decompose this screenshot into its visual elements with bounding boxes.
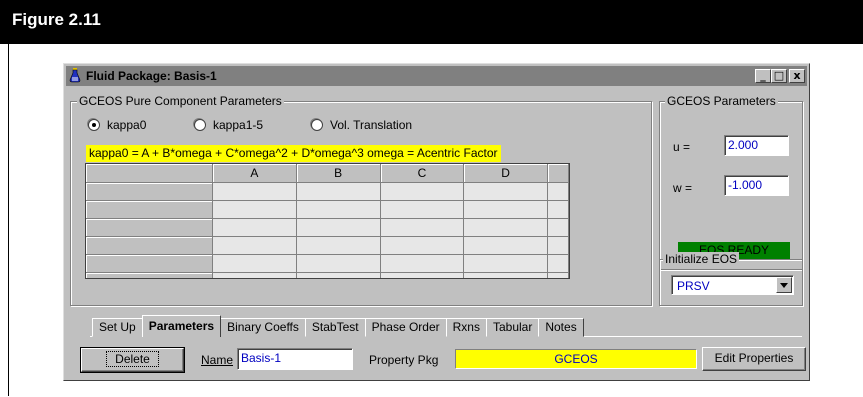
tab-tabular[interactable]: Tabular [485,318,540,337]
eos-type-value: PRSV [677,279,710,293]
u-field[interactable]: 2.000 [724,135,789,156]
grid-corner [86,164,214,183]
radio-vol-translation-label: Vol. Translation [330,118,413,132]
row-header[interactable] [86,218,214,237]
flask-icon [69,68,81,83]
kappa-formula: kappa0 = A + B*omega + C*omega^2 + D*ome… [86,145,501,162]
radio-selected-indicator[interactable] [88,119,100,131]
grid-col-a[interactable]: A [212,164,297,183]
grid-cell[interactable] [547,236,569,255]
grid-cell[interactable] [296,254,381,273]
pure-component-group: GCEOS Pure Component Parameters kappa0 k… [70,94,652,306]
w-label: w = [673,181,693,195]
grid-cell[interactable] [463,236,548,255]
row-header[interactable] [86,200,214,219]
grid-cell[interactable] [296,218,381,237]
tab-strip: Set Up Parameters Binary Coeffs StabTest… [92,315,584,337]
table-row [86,218,569,237]
grid-col-b[interactable]: B [296,164,381,183]
window-titlebar[interactable]: Fluid Package: Basis-1 _ □ x [66,66,807,86]
figure-margin-rule [8,44,9,396]
row-header[interactable] [86,254,214,273]
grid-cell[interactable] [547,218,569,237]
pure-component-group-title: GCEOS Pure Component Parameters [77,94,284,108]
w-field[interactable]: -1.000 [724,175,789,196]
grid-cell[interactable] [463,200,548,219]
grid-header-row: A B C D [86,164,569,183]
grid-cell[interactable] [212,218,297,237]
grid-cell[interactable] [547,272,569,278]
eos-parameters-group: GCEOS Parameters u = 2.000 w = -1.000 EO… [659,94,803,270]
row-header[interactable] [86,236,214,255]
grid-cell[interactable] [296,236,381,255]
tab-set-up[interactable]: Set Up [92,318,143,337]
parameter-grid[interactable]: A B C D [85,163,570,279]
delete-button[interactable]: Delete [80,347,185,373]
grid-cell[interactable] [380,236,465,255]
radio-kappa1-5-label: kappa1-5 [213,118,264,132]
grid-cell[interactable] [547,254,569,273]
tab-parameters[interactable]: Parameters [141,315,222,337]
grid-cell[interactable] [296,272,381,278]
grid-cell[interactable] [212,200,297,219]
radio-vol-translation[interactable]: Vol. Translation [311,118,412,132]
radio-kappa1-5[interactable]: kappa1-5 [194,118,263,132]
radio-indicator[interactable] [194,119,206,131]
grid-cell[interactable] [212,254,297,273]
grid-cell[interactable] [380,182,465,201]
grid-cell[interactable] [212,272,297,278]
property-pkg-field[interactable]: GCEOS [455,349,697,369]
row-header[interactable] [86,182,214,201]
eos-parameters-group-title: GCEOS Parameters [665,94,778,108]
table-row [86,200,569,219]
grid-cell[interactable] [547,182,569,201]
table-row [86,254,569,273]
radio-kappa0[interactable]: kappa0 [88,118,146,132]
grid-cell[interactable] [463,272,548,278]
grid-cell[interactable] [380,254,465,273]
grid-col-edge [547,164,569,183]
grid-cell[interactable] [463,218,548,237]
eos-type-select[interactable]: PRSV [671,275,794,295]
tab-phase-order[interactable]: Phase Order [364,318,447,337]
tab-stabtest[interactable]: StabTest [304,318,366,337]
u-label: u = [673,140,691,154]
row-header[interactable] [86,272,214,278]
grid-col-c[interactable]: C [380,164,465,183]
grid-cell[interactable] [547,200,569,219]
minimize-button[interactable]: _ [755,69,771,83]
grid-cell[interactable] [380,272,465,278]
table-row [86,182,569,201]
tab-rxns[interactable]: Rxns [445,318,487,337]
radio-kappa0-label: kappa0 [107,118,147,132]
figure-title: Figure 2.11 [12,10,101,29]
tab-notes[interactable]: Notes [538,318,584,337]
grid-cell[interactable] [463,254,548,273]
grid-cell[interactable] [296,182,381,201]
delete-button-label: Delete [106,351,159,367]
grid-col-d[interactable]: D [463,164,548,183]
grid-cell[interactable] [212,236,297,255]
maximize-button[interactable]: □ [771,69,787,83]
table-row [86,272,569,278]
edit-properties-button[interactable]: Edit Properties [702,347,806,371]
name-label: Name [201,353,234,367]
grid-cell[interactable] [296,200,381,219]
name-field[interactable]: Basis-1 [237,348,353,370]
initialize-eos-group: Initialize EOS PRSV [659,252,803,306]
grid-cell[interactable] [380,218,465,237]
grid-cell[interactable] [380,200,465,219]
chevron-down-icon[interactable] [776,277,792,293]
grid-cell[interactable] [212,182,297,201]
table-row [86,236,569,255]
radio-indicator[interactable] [311,119,323,131]
initialize-eos-group-title: Initialize EOS [663,252,740,266]
close-button[interactable]: x [789,69,805,83]
figure-header: Figure 2.11 [0,0,863,44]
fluid-package-window: Fluid Package: Basis-1 _ □ x GCEOS Pure … [63,63,810,381]
property-pkg-label: Property Pkg [369,353,439,367]
tab-binary-coeffs[interactable]: Binary Coeffs [220,318,306,337]
window-title: Fluid Package: Basis-1 [86,69,217,83]
grid-cell[interactable] [463,182,548,201]
